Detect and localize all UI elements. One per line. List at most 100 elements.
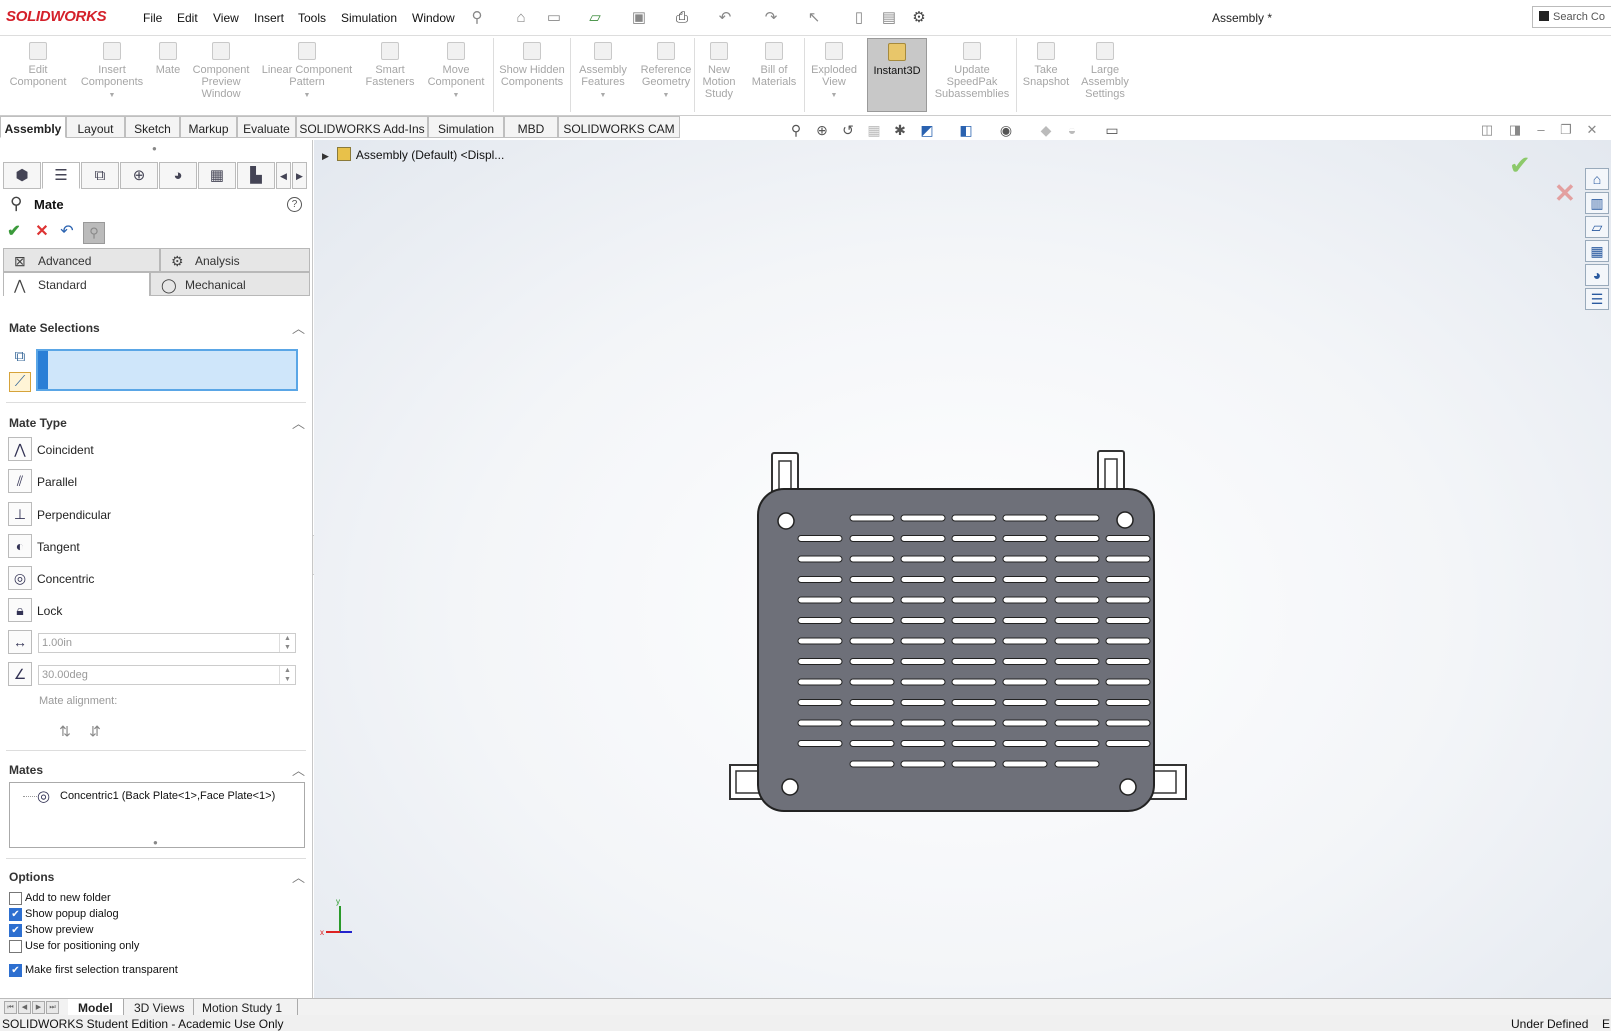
tab-advanced[interactable]: ⊠ Advanced [3,248,160,272]
menu-insert[interactable]: Insert [254,11,284,25]
linear-component-pattern-button[interactable]: Linear Component Pattern ▼ [258,38,356,112]
edit-component-button[interactable]: Edit Component [2,38,74,112]
vent-slot[interactable] [1002,555,1048,563]
vent-slot[interactable] [797,699,843,706]
resize-grip[interactable]: ● [153,838,158,847]
collapse-chevron-icon[interactable]: ︿ [292,760,305,779]
vent-slot[interactable] [1054,740,1100,747]
vent-slot[interactable] [951,699,997,706]
vent-slot[interactable] [1002,699,1048,706]
feature-tree-flyout[interactable]: ▶ Assembly (Default) <Displ... [322,147,504,162]
vent-slot[interactable] [1054,637,1100,645]
vent-slot[interactable] [797,576,843,583]
vent-slot[interactable] [1002,617,1048,624]
next-tab-icon[interactable]: ▶ [32,1001,45,1014]
vent-slot[interactable] [849,617,895,624]
property-manager-tab-icon[interactable]: ☰ [42,162,80,189]
mate-button[interactable]: Mate [150,38,186,112]
zoom-to-area-icon[interactable]: ⊕ [813,122,831,138]
vent-slot[interactable] [1105,719,1151,727]
list-item[interactable]: Concentric1 (Back Plate<1>,Face Plate<1>… [60,790,275,802]
vent-slot[interactable] [1105,555,1151,563]
vent-slot[interactable] [1002,740,1048,747]
vent-slot[interactable] [849,699,895,706]
dropdown-arrow-icon[interactable]: ▼ [808,90,860,102]
component-preview-window-button[interactable]: Component Preview Window [188,38,254,112]
vent-slot[interactable] [1105,699,1151,706]
print-icon[interactable]: ⎙ [672,8,692,28]
assembly-model[interactable] [720,445,1190,820]
menu-edit[interactable]: Edit [177,11,198,25]
vent-slot[interactable] [951,617,997,624]
vent-slot[interactable] [900,576,946,583]
ok-check-icon[interactable]: ✔ [4,222,24,242]
vent-slot[interactable] [900,617,946,624]
open-icon[interactable]: ▱ [585,8,605,28]
show-preview-checkbox[interactable]: ✔ [9,924,22,937]
menu-simulation[interactable]: Simulation [341,11,397,25]
tab-mechanical[interactable]: ◯ Mechanical [150,272,310,296]
tab-motion-study[interactable]: Motion Study 1 [194,999,298,1016]
mate-selections-list[interactable] [36,349,298,391]
anti-aligned-icon[interactable]: ⇵ [85,723,105,743]
vent-slot[interactable] [1054,555,1100,563]
vent-slot[interactable] [951,760,997,768]
vent-slot[interactable] [1002,637,1048,645]
smart-fasteners-button[interactable]: Smart Fasteners [362,38,418,112]
design-library-icon[interactable]: ▥ [1585,192,1609,214]
vent-slot[interactable] [1002,719,1048,727]
vent-slot[interactable] [951,514,997,522]
home-icon[interactable]: ⌂ [511,8,531,28]
tab-solidworks-cam[interactable]: SOLIDWORKS CAM [558,116,680,138]
vent-slot[interactable] [1002,658,1048,665]
dropdown-arrow-icon[interactable]: ▼ [634,90,698,102]
vent-slot[interactable] [1054,658,1100,665]
display-manager-tab-icon[interactable]: ◕ [159,162,197,189]
vent-slot[interactable] [1105,740,1151,747]
tab-sketch[interactable]: Sketch [125,116,180,138]
restore-icon[interactable]: ❐ [1558,122,1574,138]
update-speedpak-button[interactable]: Update SpeedPak Subassemblies [932,38,1012,112]
take-snapshot-button[interactable]: Take Snapshot [1020,38,1072,112]
expand-arrow-icon[interactable]: ▶ [322,151,329,161]
redo-icon[interactable]: ↷ [761,8,781,28]
mounting-hole[interactable] [777,512,795,530]
add-to-new-folder-checkbox[interactable] [9,892,22,905]
reference-geometry-button[interactable]: Reference Geometry ▼ [634,38,698,112]
vent-slot[interactable] [1105,617,1151,624]
dropdown-arrow-icon[interactable]: ▼ [422,90,490,102]
keep-visible-pin-icon[interactable]: ⚲ [83,222,105,244]
mounting-hole[interactable] [1116,511,1134,529]
configuration-manager-tab-icon[interactable]: ⧉ [81,162,119,189]
vent-slot[interactable] [951,740,997,747]
instant3d-toggle[interactable]: Instant3D [867,38,927,112]
solidworks-logo[interactable]: SOLIDWORKS [6,8,107,25]
cancel-x-icon[interactable]: ✕ [32,222,52,242]
dynamic-annotation-icon[interactable]: ✱ [891,122,909,138]
options-gear-icon[interactable]: ⚙ [909,8,929,28]
feature-tree-root[interactable]: Assembly (Default) <Displ... [356,148,504,162]
distance-input[interactable]: 1.00in ▲ ▼ [38,633,296,653]
minimize-icon[interactable]: – [1533,122,1549,138]
mate-selections-header[interactable]: Mate Selections [9,321,100,335]
vent-slot[interactable] [1054,699,1100,706]
tab-model[interactable]: Model [68,999,124,1016]
vent-slot[interactable] [1054,514,1100,522]
vent-slot[interactable] [849,555,895,563]
spinner-arrows-icon[interactable]: ▲ ▼ [279,666,295,684]
vent-slot[interactable] [951,596,997,604]
vent-slot[interactable] [951,658,997,665]
vent-slot[interactable] [951,535,997,542]
dropdown-arrow-icon[interactable]: ▼ [258,90,356,102]
vent-slot[interactable] [797,535,843,542]
search-commands-input[interactable]: Search Co [1532,6,1611,28]
new-motion-study-button[interactable]: New Motion Study [698,38,740,112]
vent-slot[interactable] [797,617,843,624]
prev-tab-icon[interactable]: ◀ [18,1001,31,1014]
collapse-chevron-icon[interactable]: ︿ [292,867,305,886]
help-icon[interactable]: ? [287,197,302,212]
vent-slot[interactable] [1054,596,1100,604]
pin-icon[interactable]: ⚲ [467,8,487,28]
vent-slot[interactable] [951,555,997,563]
vent-slot[interactable] [1002,576,1048,583]
